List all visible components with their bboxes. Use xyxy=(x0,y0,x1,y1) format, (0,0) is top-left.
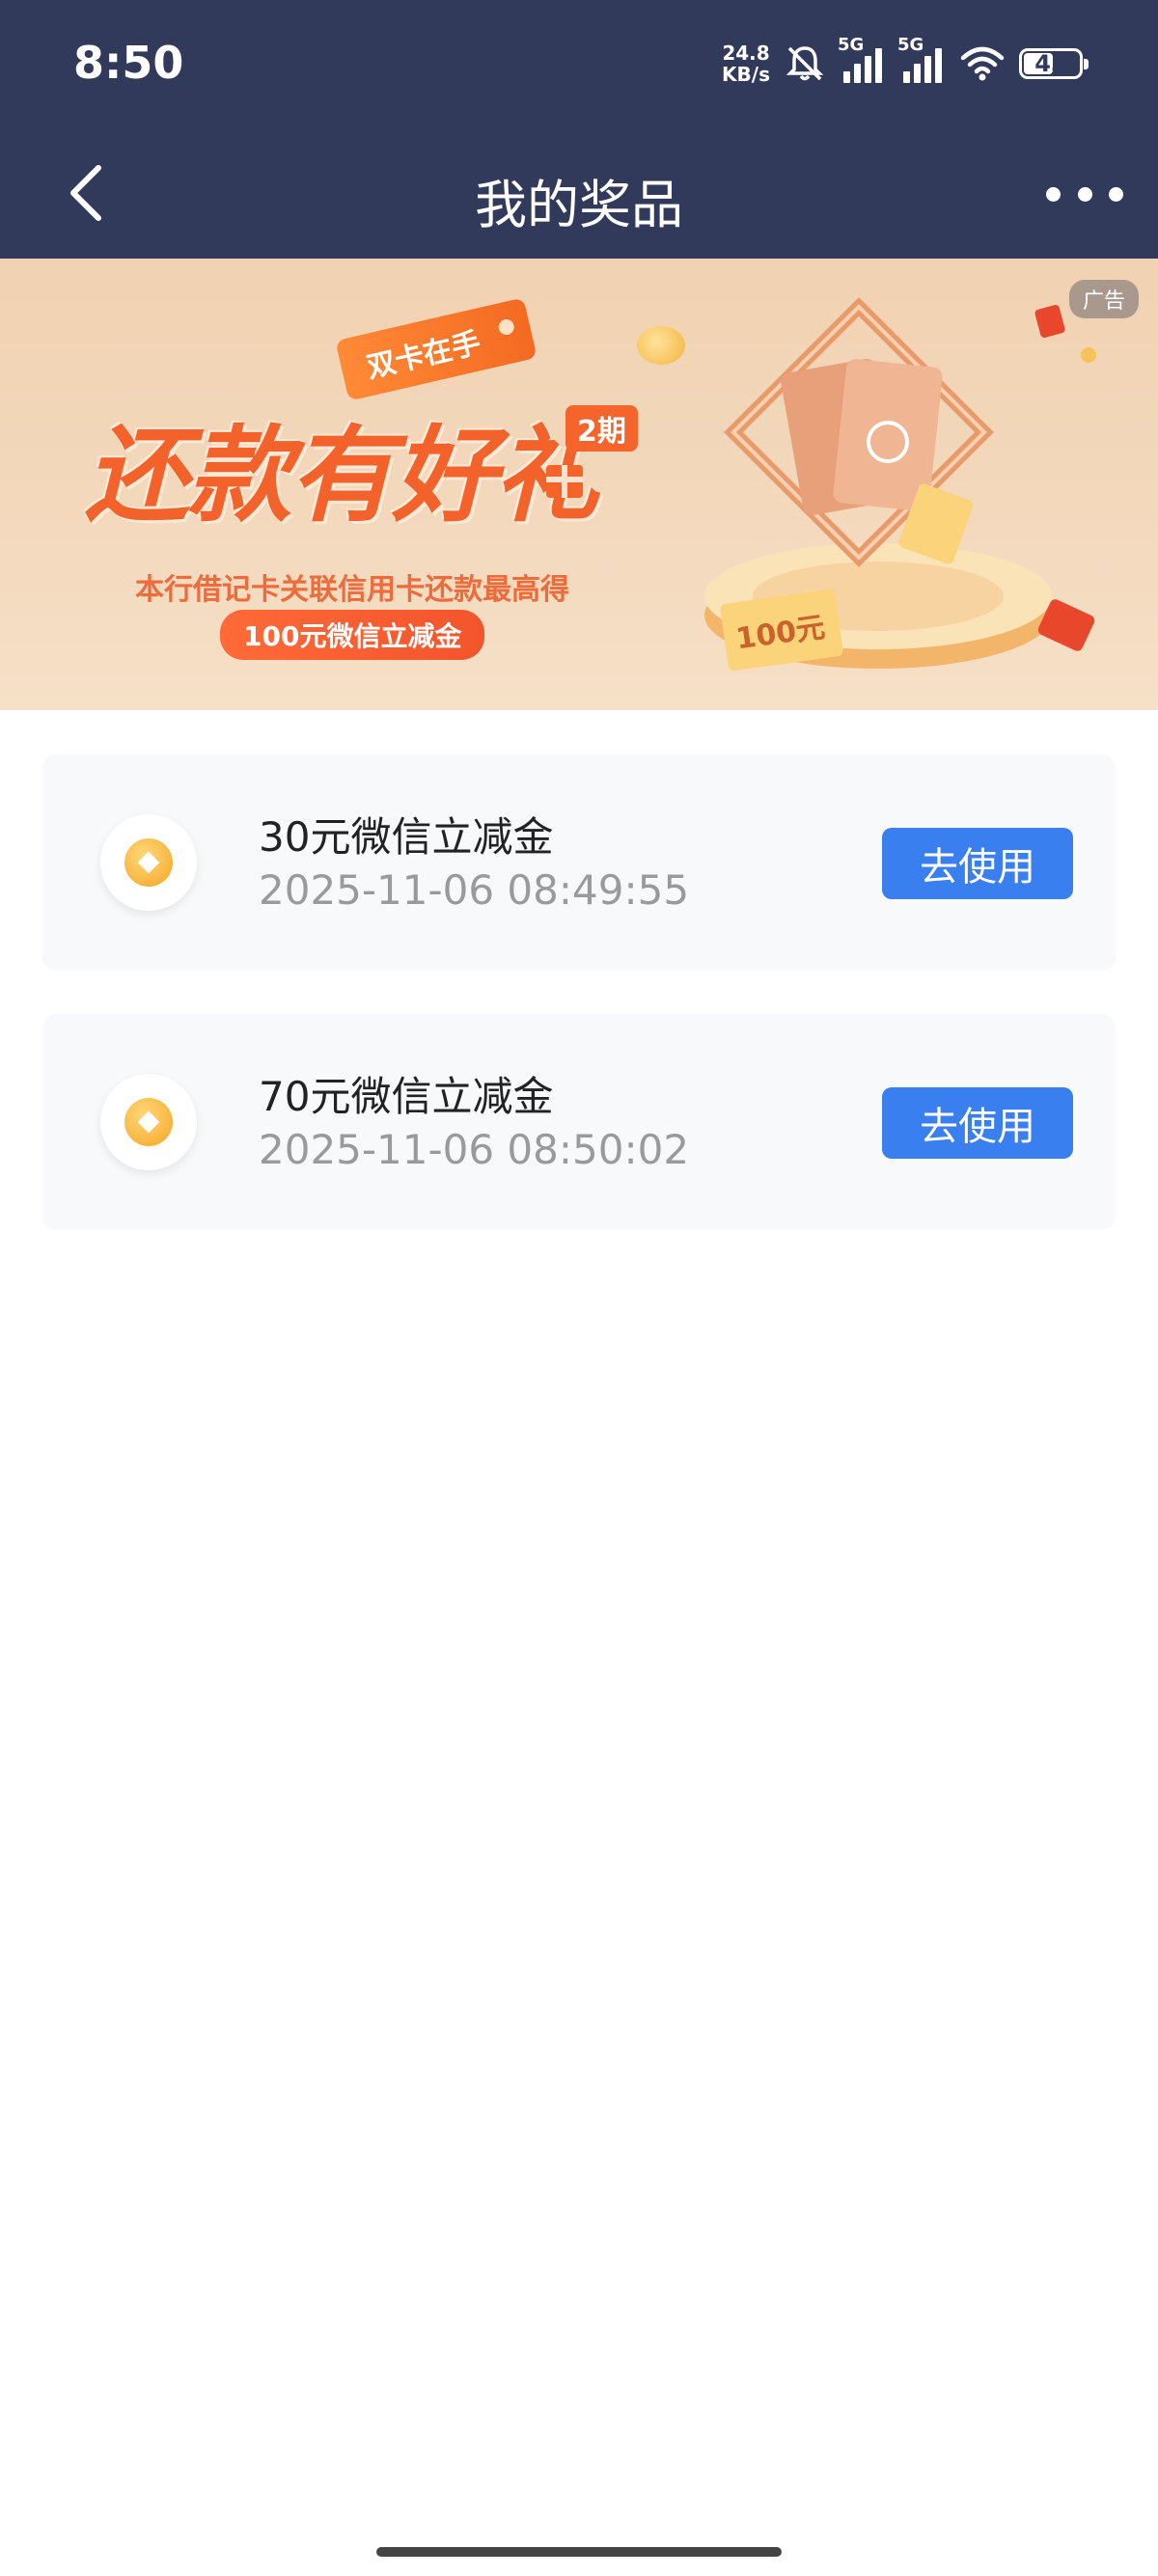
app-header: 8:50 24.8 KB/s 5G 5G 43 我的奖品 xyxy=(0,0,1158,259)
coupon-coin-icon xyxy=(100,1074,197,1170)
banner-tag: 双卡在手 xyxy=(335,297,538,401)
page-title: 我的奖品 xyxy=(475,175,683,235)
home-indicator[interactable] xyxy=(376,2547,782,2557)
more-button[interactable] xyxy=(1046,170,1123,218)
coin-icon xyxy=(637,326,685,365)
signal-icon: 5G xyxy=(838,35,886,87)
wifi-icon xyxy=(960,46,1005,81)
promo-banner[interactable]: 广告 双卡在手 还款有好礼 2期 本行借记卡关联信用卡还款最高得 100元微信立… xyxy=(0,259,1158,710)
prize-date: 2025-11-06 08:49:55 xyxy=(259,866,690,914)
signal-icon: 5G xyxy=(897,35,946,87)
mute-bell-icon xyxy=(786,46,824,81)
battery-icon: 43 xyxy=(1019,48,1089,79)
banner-pill: 100元微信立减金 xyxy=(220,610,485,660)
more-dots-icon xyxy=(1046,186,1061,202)
prize-name: 30元微信立减金 xyxy=(259,813,554,861)
use-button[interactable]: 去使用 xyxy=(882,1087,1073,1159)
coupon-coin-icon xyxy=(100,814,197,911)
banner-subtitle: 本行借记卡关联信用卡还款最高得 xyxy=(135,573,569,607)
banner-period-badge: 2期 xyxy=(565,405,638,452)
status-icons: 24.8 KB/s 5G 5G 43 xyxy=(722,35,1089,93)
prize-name: 70元微信立减金 xyxy=(259,1073,554,1120)
prize-date: 2025-11-06 08:50:02 xyxy=(259,1126,690,1173)
use-button[interactable]: 去使用 xyxy=(882,828,1073,899)
gift-icon xyxy=(546,465,583,498)
network-speed: 24.8 KB/s xyxy=(722,41,770,86)
banner-headline: 还款有好礼 xyxy=(85,416,598,536)
prize-card: 30元微信立减金 2025-11-06 08:49:55 去使用 xyxy=(42,754,1116,971)
cards-illustration: 100元 xyxy=(704,297,1096,671)
prize-card: 70元微信立减金 2025-11-06 08:50:02 去使用 xyxy=(42,1014,1116,1230)
status-time: 8:50 xyxy=(73,37,184,89)
